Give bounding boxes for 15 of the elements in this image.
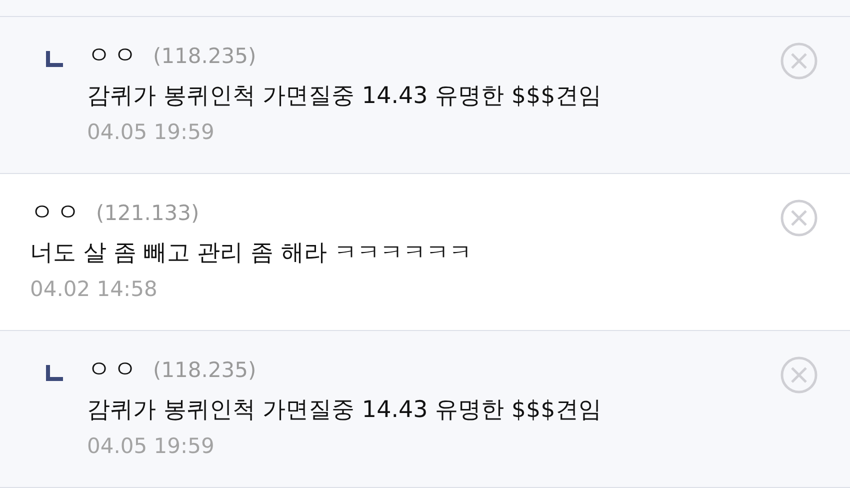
delete-icon[interactable] bbox=[780, 356, 818, 394]
comment-text: 너도 살 좀 빼고 관리 좀 해라 ㅋㅋㅋㅋㅋㅋ bbox=[30, 239, 472, 268]
timestamp: 04.05 19:59 bbox=[87, 434, 216, 458]
delete-icon[interactable] bbox=[780, 42, 818, 80]
ip-address: (118.235) bbox=[153, 358, 256, 382]
comment-text: 감퀴가 봉퀴인척 가면질중 14.43 유명한 $$$견임 bbox=[87, 396, 602, 425]
ip-address: (121.133) bbox=[96, 201, 200, 225]
author-name: ㅇㅇ bbox=[87, 40, 139, 71]
comment-text: 감퀴가 봉퀴인척 가면질중 14.43 유명한 $$$견임 bbox=[87, 82, 602, 111]
ip-address: (118.235) bbox=[153, 44, 256, 68]
timestamp: 04.02 14:58 bbox=[30, 277, 158, 301]
author-name: ㅇㅇ bbox=[30, 197, 82, 228]
delete-icon[interactable] bbox=[780, 199, 818, 237]
timestamp: 04.05 19:59 bbox=[87, 120, 216, 144]
author-name: ㅇㅇ bbox=[87, 354, 139, 385]
